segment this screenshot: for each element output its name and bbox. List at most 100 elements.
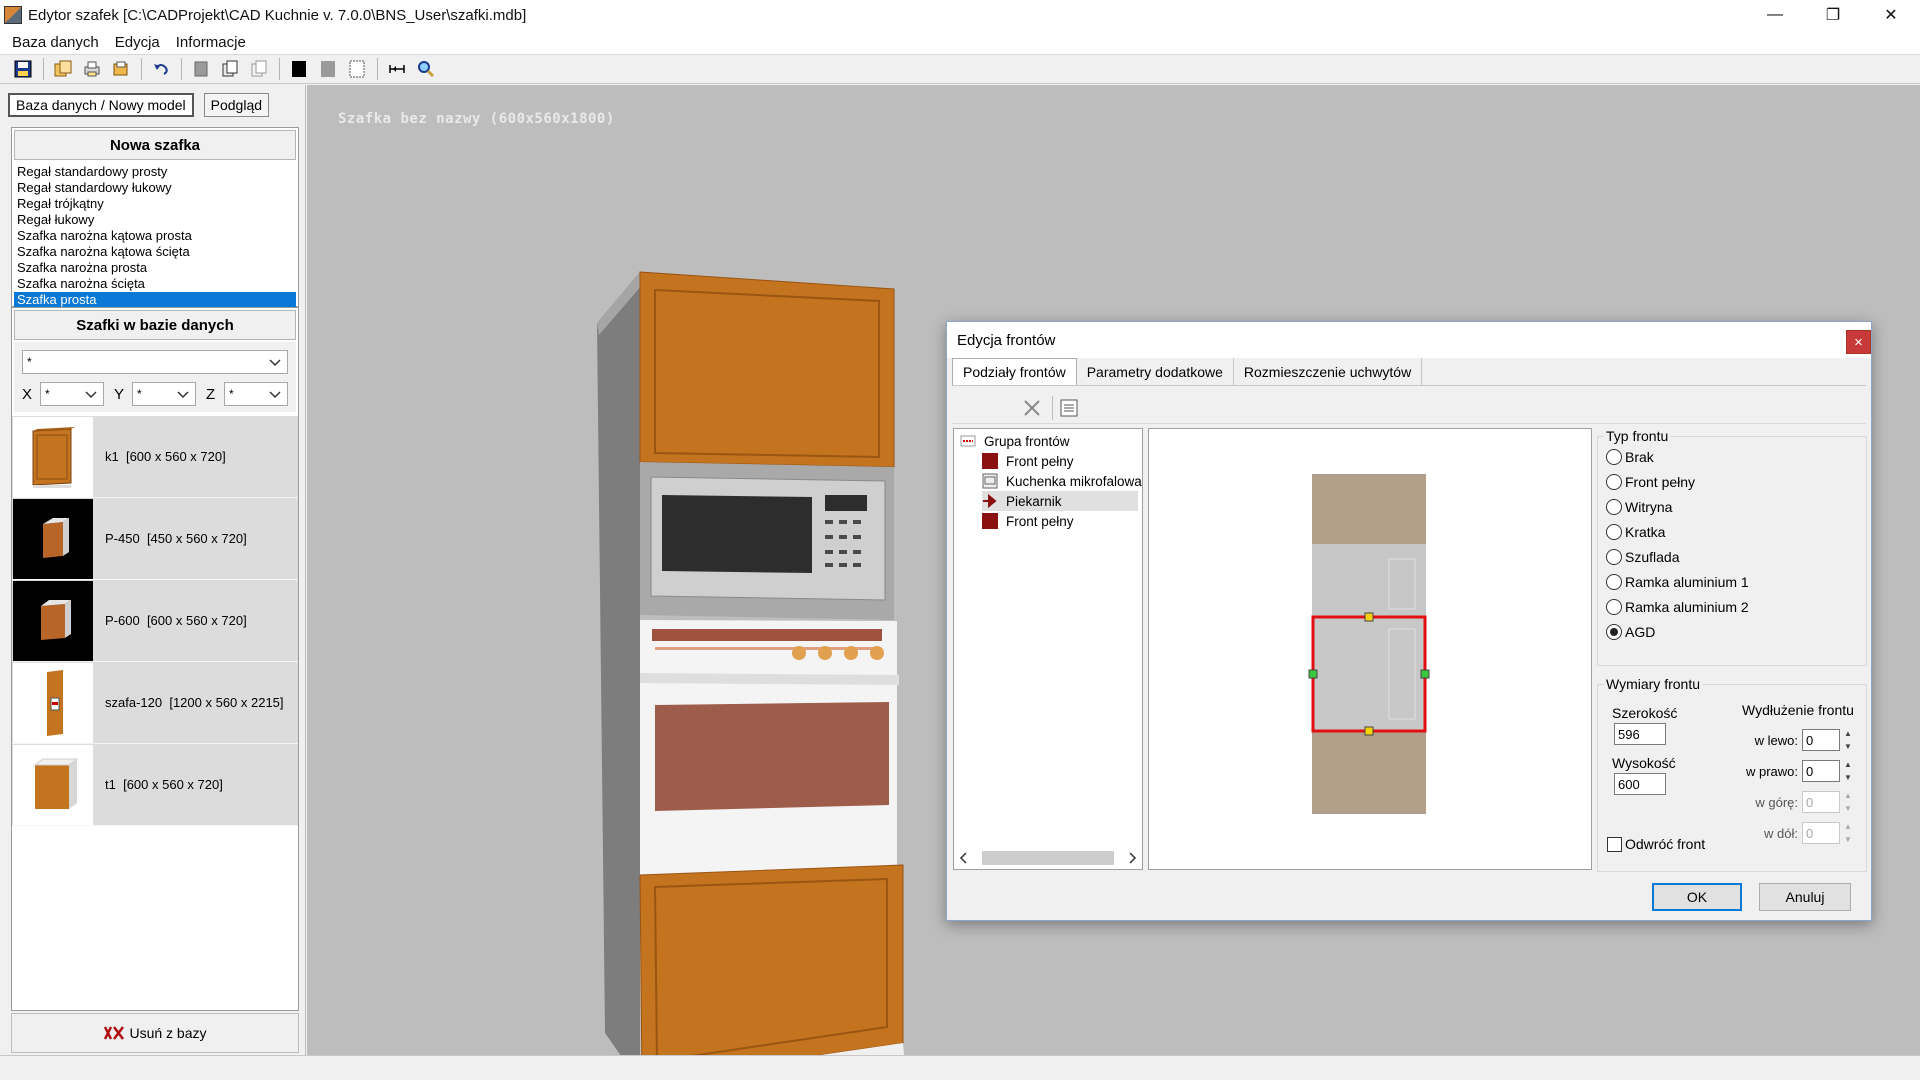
tree-item-label: Kuchenka mikrofalowa	[1006, 473, 1142, 489]
radio-button[interactable]	[1606, 499, 1622, 515]
layer-icon[interactable]	[190, 58, 212, 80]
radio-aluminium-1[interactable]: Ramka aluminium 1	[1606, 574, 1749, 590]
tree-item-selected[interactable]: Piekarnik	[982, 491, 1138, 511]
radio-drawer[interactable]: Szuflada	[1606, 549, 1679, 565]
export-icon[interactable]	[110, 58, 132, 80]
ok-button[interactable]: OK	[1652, 883, 1742, 911]
radio-full-front[interactable]: Front pełny	[1606, 474, 1695, 490]
scroll-left-icon[interactable]	[956, 850, 972, 866]
list-item[interactable]: Szafka narożna prosta	[14, 260, 296, 276]
right-ext-field[interactable]: 0	[1802, 760, 1840, 782]
list-item[interactable]: Regał standardowy łukowy	[14, 180, 296, 196]
resize-handle-right[interactable]	[1420, 669, 1430, 679]
list-item[interactable]: Regał trójkątny	[14, 196, 296, 212]
radio-glass[interactable]: Witryna	[1606, 499, 1672, 515]
menu-info[interactable]: Informacje	[168, 34, 254, 51]
save-icon[interactable]	[12, 58, 34, 80]
radio-label: Kratka	[1625, 524, 1666, 540]
cabinet-side	[597, 272, 640, 1055]
tab-handle-placement[interactable]: Rozmieszczenie uchwytów	[1234, 358, 1423, 385]
cancel-button[interactable]: Anuluj	[1759, 883, 1851, 911]
scroll-thumb[interactable]	[982, 851, 1114, 865]
print-icon[interactable]	[81, 58, 103, 80]
table-row[interactable]: P-450 [450 x 560 x 720]	[12, 498, 298, 580]
gray-fill-icon[interactable]	[317, 58, 339, 80]
radio-appliance[interactable]: AGD	[1606, 624, 1655, 640]
checkbox[interactable]	[1607, 836, 1622, 852]
menu-database[interactable]: Baza danych	[4, 34, 107, 51]
table-row[interactable]: t1 [600 x 560 x 720]	[12, 744, 298, 826]
radio-aluminium-2[interactable]: Ramka aluminium 2	[1606, 599, 1749, 615]
solid-fill-icon[interactable]	[288, 58, 310, 80]
x-combo[interactable]: *	[40, 382, 104, 406]
resize-handle-top[interactable]	[1364, 612, 1374, 622]
table-row[interactable]: P-600 [600 x 560 x 720]	[12, 580, 298, 662]
flip-front-checkbox[interactable]: Odwróć front	[1607, 836, 1705, 852]
remove-from-db-button[interactable]: Usuń z bazy	[11, 1013, 299, 1053]
copy-icon[interactable]	[52, 58, 74, 80]
tab-preview[interactable]: Podgląd	[203, 93, 270, 117]
resize-handle-left[interactable]	[1308, 669, 1318, 679]
tree-scrollbar[interactable]	[956, 849, 1140, 867]
up-ext-spinner[interactable]: ▲ ▼	[1842, 791, 1854, 813]
list-item[interactable]: Szafka narożna ścięta	[14, 276, 296, 292]
radio-grille[interactable]: Kratka	[1606, 524, 1665, 540]
microwave-window	[662, 495, 812, 573]
down-ext-spinner[interactable]: ▲ ▼	[1842, 822, 1854, 844]
radio-button-selected[interactable]	[1606, 624, 1622, 640]
lower-front	[639, 864, 904, 1055]
undo-icon[interactable]	[150, 58, 172, 80]
close-button[interactable]: ✕	[1862, 0, 1920, 30]
left-ext-spinner[interactable]: ▲ ▼	[1842, 729, 1854, 751]
up-ext-field[interactable]: 0	[1802, 791, 1840, 813]
x-label: X	[22, 385, 33, 403]
y-combo[interactable]: *	[132, 382, 196, 406]
tab-additional-params[interactable]: Parametry dodatkowe	[1077, 358, 1234, 385]
list-item[interactable]: Szafka narożna kątowa ścięta	[14, 244, 296, 260]
list-item-selected[interactable]: Szafka prosta	[14, 292, 296, 308]
height-field[interactable]: 600	[1614, 773, 1666, 795]
restore-button[interactable]: ❐	[1804, 0, 1862, 30]
radio-button[interactable]	[1606, 549, 1622, 565]
right-ext-spinner[interactable]: ▲ ▼	[1842, 760, 1854, 782]
tab-database-new-model[interactable]: Baza danych / Nowy model	[8, 93, 194, 117]
tab-front-divisions[interactable]: Podziały frontów	[952, 358, 1077, 385]
measure-icon[interactable]	[386, 58, 408, 80]
duplicate-icon[interactable]	[219, 58, 241, 80]
zoom-icon[interactable]	[415, 58, 437, 80]
paste-icon[interactable]	[248, 58, 270, 80]
list-item[interactable]: Regał standardowy prosty	[14, 164, 296, 180]
delete-icon[interactable]	[1022, 398, 1042, 418]
menu-bar: Baza danych Edycja Informacje	[0, 30, 1920, 54]
radio-none[interactable]: Brak	[1606, 449, 1654, 465]
tree-item[interactable]: Front pełny	[982, 451, 1074, 471]
wireframe-icon[interactable]	[346, 58, 368, 80]
radio-button[interactable]	[1606, 524, 1622, 540]
table-row[interactable]: k1 [600 x 560 x 720]	[12, 416, 298, 498]
dialog-close-button[interactable]: ×	[1846, 330, 1871, 354]
left-ext-field[interactable]: 0	[1802, 729, 1840, 751]
radio-button[interactable]	[1606, 449, 1622, 465]
table-row[interactable]: szafa-120 [1200 x 560 x 2215]	[12, 662, 298, 744]
list-item[interactable]: Szafka narożna kątowa prosta	[14, 228, 296, 244]
tree-root[interactable]: Grupa frontów	[960, 431, 1070, 451]
list-item[interactable]: Regał łukowy	[14, 212, 296, 228]
down-ext-field[interactable]: 0	[1802, 822, 1840, 844]
dialog-title-text: Edycja frontów	[957, 331, 1056, 349]
properties-icon[interactable]	[1059, 398, 1079, 418]
tree-item[interactable]: Kuchenka mikrofalowa	[982, 471, 1142, 491]
resize-handle-bottom[interactable]	[1364, 726, 1374, 736]
filter-combo[interactable]: *	[22, 350, 288, 374]
width-field[interactable]: 596	[1614, 723, 1666, 745]
front-preview[interactable]	[1148, 428, 1592, 870]
radio-button[interactable]	[1606, 599, 1622, 615]
toolbar-separator	[279, 58, 280, 80]
scroll-right-icon[interactable]	[1124, 850, 1140, 866]
z-combo[interactable]: *	[224, 382, 288, 406]
minimize-button[interactable]: —	[1746, 0, 1804, 30]
tree-item[interactable]: Front pełny	[982, 511, 1074, 531]
radio-button[interactable]	[1606, 574, 1622, 590]
radio-button[interactable]	[1606, 474, 1622, 490]
db-cabinets-box: Szafki w bazie danych * X * Y * Z * k1 […	[11, 307, 299, 1011]
menu-edit[interactable]: Edycja	[107, 34, 168, 51]
